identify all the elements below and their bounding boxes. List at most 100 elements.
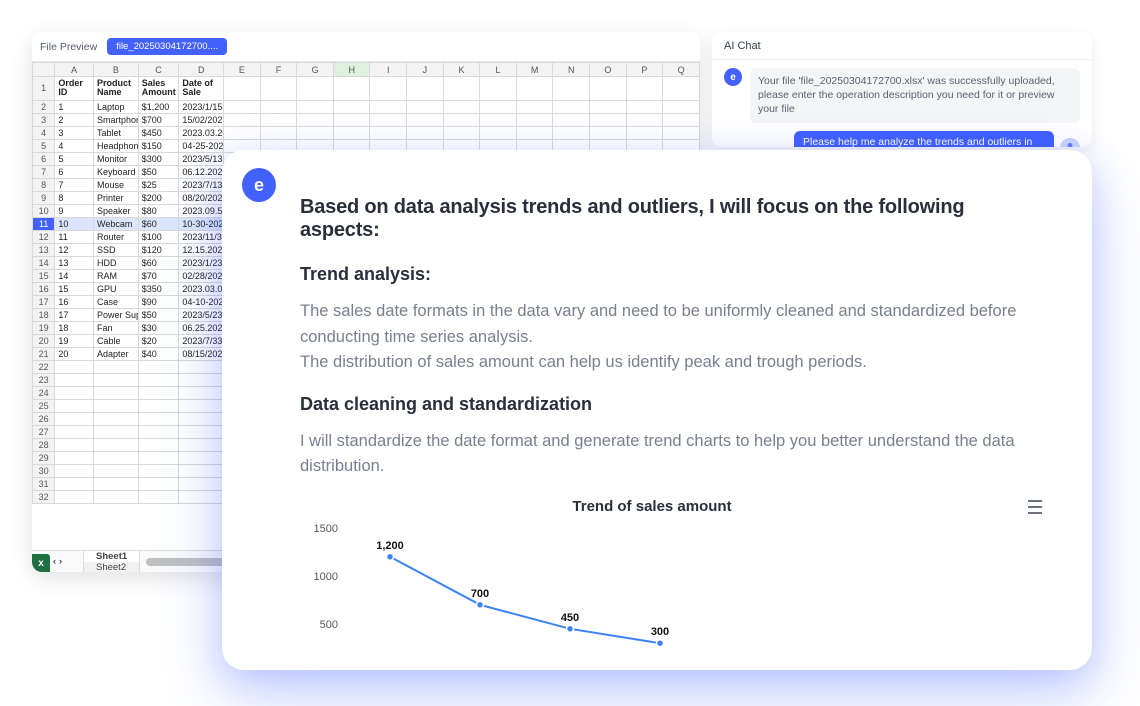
grid-cell[interactable]: 2023.03.20 xyxy=(179,126,224,139)
grid-cell[interactable]: 06.25.2023 xyxy=(179,321,224,334)
grid-cell[interactable]: 4 xyxy=(55,139,94,152)
grid-cell[interactable]: $100 xyxy=(138,230,179,243)
grid-cell[interactable]: $50 xyxy=(138,308,179,321)
row-header[interactable]: 7 xyxy=(33,165,55,178)
grid-cell[interactable] xyxy=(179,373,224,386)
grid-cell[interactable] xyxy=(333,77,370,101)
grid-cell[interactable] xyxy=(663,113,700,126)
col-header[interactable]: B xyxy=(93,63,138,77)
grid-cell[interactable] xyxy=(179,477,224,490)
grid-cell[interactable]: $700 xyxy=(138,113,179,126)
grid-cell[interactable]: 2023/1/23 xyxy=(179,256,224,269)
grid-cell[interactable]: Smartphone xyxy=(93,113,138,126)
grid-cell[interactable]: $150 xyxy=(138,139,179,152)
grid-cell[interactable] xyxy=(663,77,700,101)
grid-cell[interactable]: $350 xyxy=(138,282,179,295)
grid-cell[interactable] xyxy=(370,126,407,139)
grid-cell[interactable] xyxy=(480,77,517,101)
grid-cell[interactable]: 02/28/2023 xyxy=(179,269,224,282)
grid-cell[interactable]: 2023.09.5 xyxy=(179,204,224,217)
grid-cell[interactable]: Monitor xyxy=(93,152,138,165)
grid-cell[interactable] xyxy=(370,113,407,126)
row-header[interactable]: 2 xyxy=(33,100,55,113)
grid-cell[interactable]: $40 xyxy=(138,347,179,360)
grid-cell[interactable] xyxy=(260,126,297,139)
grid-cell[interactable] xyxy=(179,438,224,451)
grid-cell[interactable] xyxy=(443,126,480,139)
grid-cell[interactable]: 06.12.2023 xyxy=(179,165,224,178)
grid-cell[interactable] xyxy=(516,100,553,113)
grid-cell[interactable] xyxy=(179,464,224,477)
grid-cell[interactable] xyxy=(260,77,297,101)
row-header[interactable]: 20 xyxy=(33,334,55,347)
grid-cell[interactable] xyxy=(590,113,627,126)
col-header[interactable]: F xyxy=(260,63,297,77)
row-header[interactable]: 12 xyxy=(33,230,55,243)
grid-cell[interactable]: 8 xyxy=(55,191,94,204)
row-header[interactable]: 29 xyxy=(33,451,55,464)
grid-cell[interactable]: 20 xyxy=(55,347,94,360)
grid-cell[interactable]: 1 xyxy=(55,100,94,113)
grid-cell[interactable] xyxy=(179,360,224,373)
row-header[interactable]: 16 xyxy=(33,282,55,295)
grid-cell[interactable]: 9 xyxy=(55,204,94,217)
grid-cell[interactable] xyxy=(260,100,297,113)
grid-cell[interactable] xyxy=(138,490,179,503)
grid-cell[interactable]: Router xyxy=(93,230,138,243)
grid-cell[interactable] xyxy=(224,113,261,126)
grid-cell[interactable]: 17 xyxy=(55,308,94,321)
grid-cell[interactable]: $200 xyxy=(138,191,179,204)
row-header[interactable]: 14 xyxy=(33,256,55,269)
grid-cell[interactable] xyxy=(553,113,590,126)
grid-cell[interactable] xyxy=(370,77,407,101)
row-header[interactable]: 30 xyxy=(33,464,55,477)
grid-cell[interactable]: 04-25-2023 xyxy=(179,139,224,152)
grid-cell[interactable] xyxy=(443,100,480,113)
grid-cell[interactable] xyxy=(179,490,224,503)
col-header[interactable]: J xyxy=(407,63,444,77)
col-header[interactable]: N xyxy=(553,63,590,77)
grid-cell[interactable]: Mouse xyxy=(93,178,138,191)
grid-cell[interactable]: 15/02/2023 xyxy=(179,113,224,126)
grid-cell[interactable] xyxy=(224,126,261,139)
grid-cell[interactable]: $80 xyxy=(138,204,179,217)
grid-cell[interactable] xyxy=(55,412,94,425)
grid-cell[interactable] xyxy=(480,113,517,126)
grid-cell[interactable] xyxy=(480,126,517,139)
grid-cell[interactable]: Keyboard xyxy=(93,165,138,178)
row-header[interactable]: 5 xyxy=(33,139,55,152)
grid-cell[interactable] xyxy=(138,386,179,399)
grid-cell[interactable] xyxy=(55,386,94,399)
grid-cell[interactable]: Adapter xyxy=(93,347,138,360)
grid-cell[interactable] xyxy=(407,113,444,126)
grid-cell[interactable] xyxy=(55,464,94,477)
grid-cell[interactable] xyxy=(590,77,627,101)
grid-cell[interactable]: Date of Sale xyxy=(179,77,224,101)
grid-cell[interactable]: 2023/5/13 xyxy=(179,152,224,165)
grid-cell[interactable]: Webcam xyxy=(93,217,138,230)
grid-cell[interactable]: 2023/5/23 xyxy=(179,308,224,321)
grid-cell[interactable] xyxy=(333,100,370,113)
grid-cell[interactable]: 16 xyxy=(55,295,94,308)
grid-cell[interactable] xyxy=(626,100,663,113)
grid-cell[interactable] xyxy=(224,100,261,113)
col-header[interactable]: D xyxy=(179,63,224,77)
file-pill[interactable]: file_20250304172700.... xyxy=(107,38,227,55)
grid-cell[interactable] xyxy=(93,360,138,373)
grid-cell[interactable] xyxy=(626,77,663,101)
grid-cell[interactable] xyxy=(333,126,370,139)
grid-cell[interactable]: $450 xyxy=(138,126,179,139)
grid-cell[interactable] xyxy=(55,360,94,373)
grid-cell[interactable]: 3 xyxy=(55,126,94,139)
grid-cell[interactable]: SSD xyxy=(93,243,138,256)
col-header[interactable]: L xyxy=(480,63,517,77)
row-header[interactable]: 24 xyxy=(33,386,55,399)
grid-cell[interactable]: GPU xyxy=(93,282,138,295)
grid-cell[interactable] xyxy=(297,77,334,101)
grid-cell[interactable]: 08/15/2023 xyxy=(179,347,224,360)
grid-cell[interactable] xyxy=(93,464,138,477)
grid-cell[interactable] xyxy=(443,77,480,101)
grid-cell[interactable] xyxy=(93,438,138,451)
col-header[interactable]: M xyxy=(516,63,553,77)
grid-cell[interactable] xyxy=(138,412,179,425)
